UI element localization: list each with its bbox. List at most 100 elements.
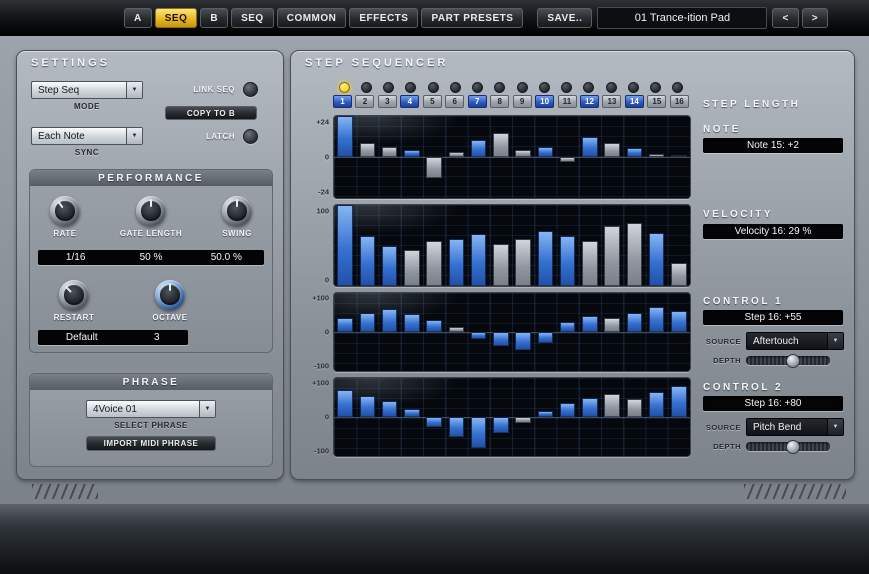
part-a-button[interactable]: A (124, 8, 152, 28)
control1-steps-bar-12[interactable] (582, 316, 598, 332)
velocity-graph[interactable] (333, 204, 691, 287)
control2-steps-bar-9[interactable] (515, 417, 531, 423)
note-steps-bar-10[interactable] (538, 147, 554, 157)
copy-to-b-button[interactable]: COPY TO B (165, 106, 257, 120)
velocity-steps-bar-4[interactable] (404, 250, 420, 286)
control2-steps-bar-6[interactable] (449, 417, 465, 437)
latch-led-button[interactable] (243, 129, 258, 144)
velocity-steps-bar-9[interactable] (515, 239, 531, 286)
rate-knob[interactable] (50, 196, 80, 226)
control1-steps-bar-5[interactable] (426, 320, 442, 332)
sync-select[interactable]: Each Note ▼ (31, 127, 143, 145)
note-steps-bar-3[interactable] (382, 147, 398, 157)
step-button-11[interactable]: 11 (558, 95, 577, 108)
control2-steps-bar-1[interactable] (337, 390, 353, 417)
control2-steps-bar-3[interactable] (382, 401, 398, 417)
velocity-steps-bar-8[interactable] (493, 244, 509, 286)
save-button[interactable]: SAVE.. (537, 8, 592, 28)
control1-steps-bar-9[interactable] (515, 332, 531, 350)
control2-steps-bar-15[interactable] (649, 392, 665, 417)
control2-steps-bar-2[interactable] (360, 396, 376, 417)
step-button-7[interactable]: 7 (468, 95, 487, 108)
note-steps-bar-1[interactable] (337, 116, 353, 157)
step-button-2[interactable]: 2 (355, 95, 374, 108)
note-steps-bar-2[interactable] (360, 143, 376, 157)
control1-source-select[interactable]: Aftertouch ▼ (746, 332, 844, 350)
control1-depth-slider[interactable] (746, 356, 830, 365)
step-button-12[interactable]: 12 (580, 95, 599, 108)
note-steps-bar-4[interactable] (404, 150, 420, 157)
control2-source-select[interactable]: Pitch Bend ▼ (746, 418, 844, 436)
velocity-steps-bar-12[interactable] (582, 241, 598, 286)
control1-steps-bar-2[interactable] (360, 313, 376, 333)
control1-graph[interactable] (333, 292, 691, 372)
part-presets-button[interactable]: PART PRESETS (421, 8, 523, 28)
note-steps-bar-16[interactable] (671, 155, 687, 157)
effects-tab-button[interactable]: EFFECTS (349, 8, 418, 28)
step-button-15[interactable]: 15 (647, 95, 666, 108)
control2-steps-bar-16[interactable] (671, 386, 687, 417)
control2-steps-bar-5[interactable] (426, 417, 442, 427)
control2-depth-slider-thumb[interactable] (786, 440, 800, 454)
note-steps-bar-8[interactable] (493, 133, 509, 157)
step-button-14[interactable]: 14 (625, 95, 644, 108)
control1-steps-bar-11[interactable] (560, 322, 576, 332)
step-button-6[interactable]: 6 (445, 95, 464, 108)
control2-steps-bar-11[interactable] (560, 403, 576, 417)
control1-steps-bar-3[interactable] (382, 309, 398, 332)
velocity-steps-bar-6[interactable] (449, 239, 465, 286)
control2-depth-slider[interactable] (746, 442, 830, 451)
common-tab-button[interactable]: COMMON (277, 8, 347, 28)
select-phrase-dropdown[interactable]: 4Voice 01 ▼ (86, 400, 216, 418)
note-steps-bar-9[interactable] (515, 150, 531, 157)
velocity-steps-bar-10[interactable] (538, 231, 554, 286)
step-button-13[interactable]: 13 (602, 95, 621, 108)
next-preset-button[interactable]: > (802, 8, 828, 28)
control1-steps-bar-8[interactable] (493, 332, 509, 346)
velocity-steps-bar-11[interactable] (560, 236, 576, 286)
step-button-10[interactable]: 10 (535, 95, 554, 108)
control2-steps-bar-10[interactable] (538, 411, 554, 417)
velocity-steps-bar-13[interactable] (604, 226, 620, 286)
control1-steps-bar-13[interactable] (604, 318, 620, 332)
control2-steps-bar-7[interactable] (471, 417, 487, 448)
preset-display[interactable]: 01 Trance-ition Pad (597, 7, 767, 29)
note-graph[interactable] (333, 115, 691, 199)
import-midi-phrase-button[interactable]: IMPORT MIDI PHRASE (86, 436, 216, 451)
note-steps-bar-6[interactable] (449, 152, 465, 157)
note-steps-bar-15[interactable] (649, 154, 665, 157)
note-steps-bar-5[interactable] (426, 157, 442, 178)
velocity-steps-bar-15[interactable] (649, 233, 665, 286)
control1-steps-bar-7[interactable] (471, 332, 487, 339)
note-steps-bar-7[interactable] (471, 140, 487, 157)
velocity-steps-bar-2[interactable] (360, 236, 376, 286)
step-button-1[interactable]: 1 (333, 95, 352, 108)
velocity-steps-bar-1[interactable] (337, 205, 353, 286)
velocity-steps-bar-14[interactable] (627, 223, 643, 286)
velocity-steps-bar-3[interactable] (382, 246, 398, 287)
part-b-button[interactable]: B (200, 8, 228, 28)
step-button-5[interactable]: 5 (423, 95, 442, 108)
octave-knob[interactable] (155, 280, 185, 310)
control1-steps-bar-4[interactable] (404, 314, 420, 332)
note-steps-bar-14[interactable] (627, 148, 643, 157)
control1-steps-bar-16[interactable] (671, 311, 687, 332)
control2-steps-bar-13[interactable] (604, 394, 620, 417)
step-button-3[interactable]: 3 (378, 95, 397, 108)
control1-depth-slider-thumb[interactable] (786, 354, 800, 368)
step-button-9[interactable]: 9 (513, 95, 532, 108)
swing-knob[interactable] (222, 196, 252, 226)
gate-length-knob[interactable] (136, 196, 166, 226)
control2-steps-bar-12[interactable] (582, 398, 598, 418)
control2-steps-bar-14[interactable] (627, 399, 643, 417)
control2-steps-bar-4[interactable] (404, 409, 420, 417)
velocity-steps-bar-16[interactable] (671, 263, 687, 286)
control1-steps-bar-1[interactable] (337, 318, 353, 332)
prev-preset-button[interactable]: < (772, 8, 798, 28)
control1-steps-bar-15[interactable] (649, 307, 665, 332)
restart-knob[interactable] (59, 280, 89, 310)
mode-select[interactable]: Step Seq ▼ (31, 81, 143, 99)
note-steps-bar-12[interactable] (582, 137, 598, 158)
step-button-8[interactable]: 8 (490, 95, 509, 108)
step-button-16[interactable]: 16 (670, 95, 689, 108)
